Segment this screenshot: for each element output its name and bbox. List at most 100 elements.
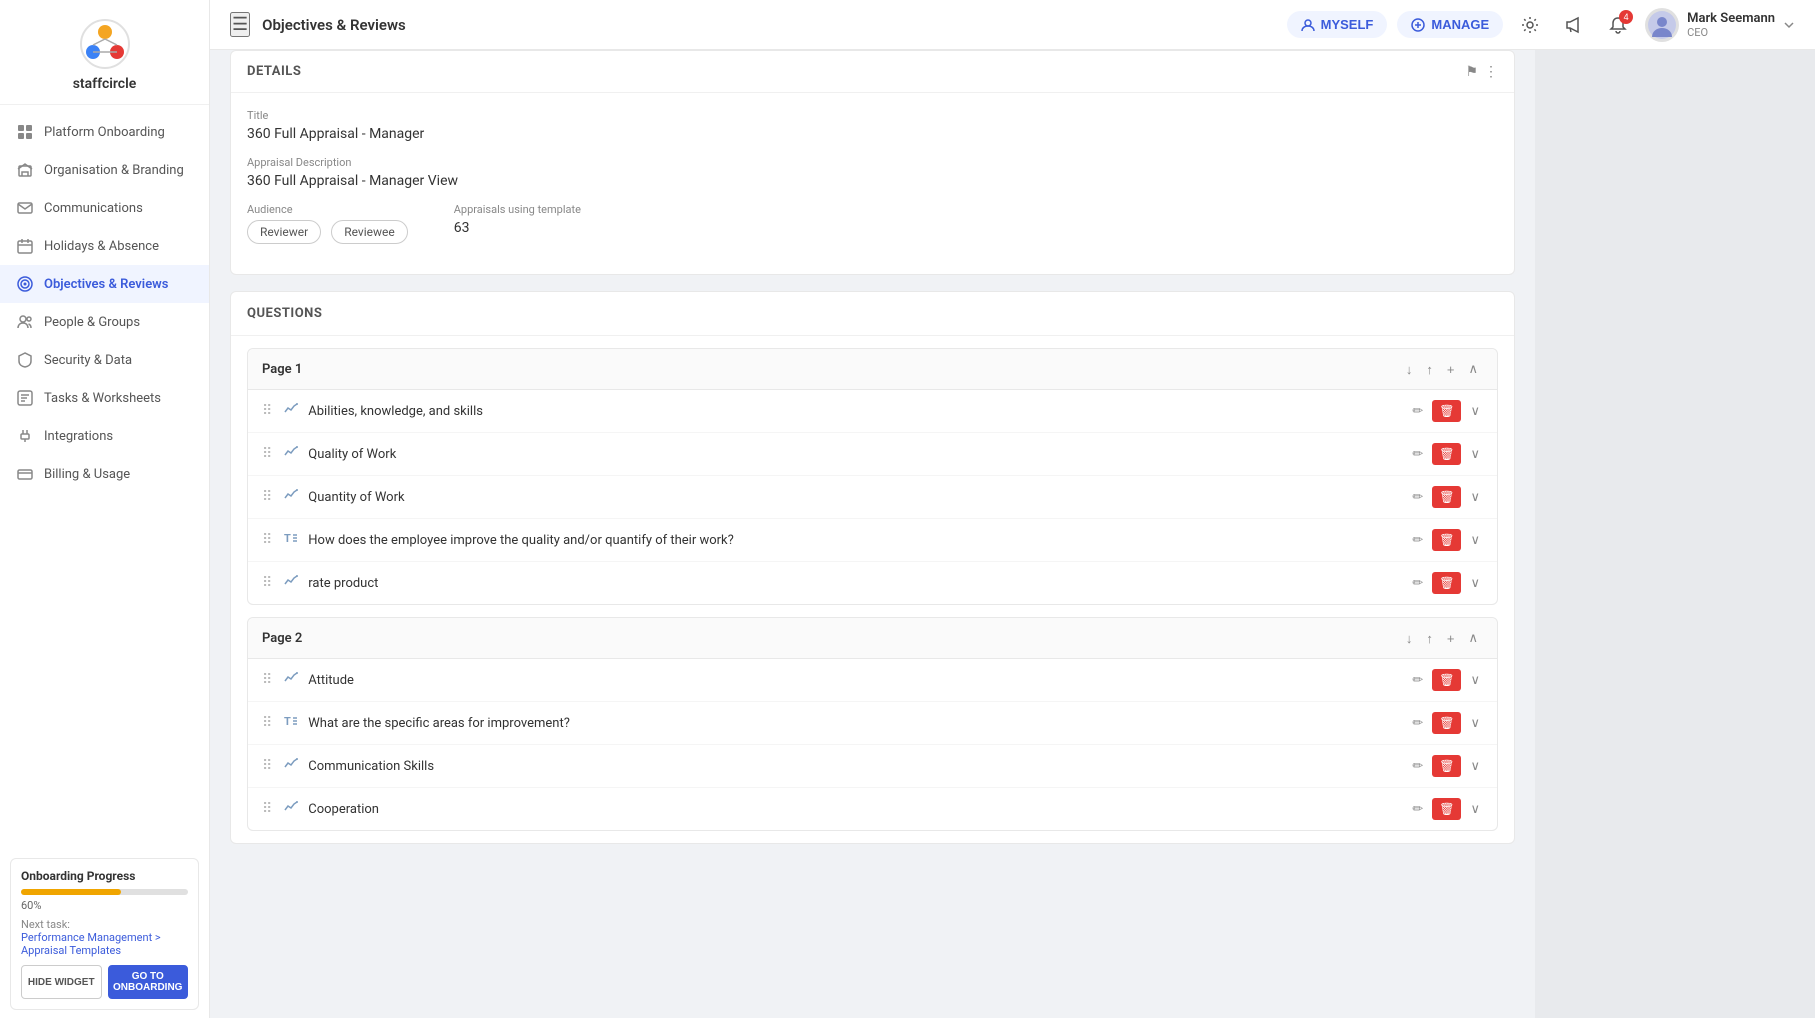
expand-question-button[interactable]: ∨ bbox=[1467, 798, 1483, 820]
sidebar-item-objectives-reviews[interactable]: Objectives & Reviews bbox=[0, 265, 209, 303]
drag-handle[interactable]: ⠿ bbox=[262, 801, 272, 817]
sidebar-item-holidays-absence[interactable]: Holidays & Absence bbox=[0, 227, 209, 265]
user-info: Mark Seemann CEO bbox=[1687, 11, 1775, 39]
drag-handle[interactable]: ⠿ bbox=[262, 758, 272, 774]
delete-question-button[interactable]: 🗑 bbox=[1432, 400, 1461, 422]
onboarding-progress-fill bbox=[21, 889, 121, 895]
expand-question-button[interactable]: ∨ bbox=[1467, 755, 1483, 777]
page-2-add-button[interactable]: + bbox=[1442, 628, 1460, 648]
hamburger-menu-button[interactable]: ☰ bbox=[230, 12, 250, 37]
grid-icon bbox=[16, 123, 34, 141]
page-2-collapse-button[interactable]: ∧ bbox=[1463, 628, 1483, 648]
myself-button[interactable]: MYSELF bbox=[1287, 11, 1388, 38]
delete-question-button[interactable]: 🗑 bbox=[1432, 572, 1461, 594]
expand-question-button[interactable]: ∨ bbox=[1467, 529, 1483, 551]
notifications-button[interactable]: 4 bbox=[1601, 8, 1635, 42]
delete-question-button[interactable]: 🗑 bbox=[1432, 669, 1461, 691]
sidebar-item-people-groups[interactable]: People & Groups bbox=[0, 303, 209, 341]
page-2-title: Page 2 bbox=[262, 631, 302, 646]
drag-handle[interactable]: ⠿ bbox=[262, 403, 272, 419]
page-1-collapse-button[interactable]: ∧ bbox=[1463, 359, 1483, 379]
appraisals-count: 63 bbox=[454, 220, 581, 236]
user-avatar-area[interactable]: Mark Seemann CEO bbox=[1645, 8, 1795, 42]
onboarding-title: Onboarding Progress bbox=[21, 869, 188, 883]
page-1-down-button[interactable]: ↓ bbox=[1401, 359, 1418, 379]
expand-question-button[interactable]: ∨ bbox=[1467, 486, 1483, 508]
megaphone-icon-button[interactable] bbox=[1557, 8, 1591, 42]
delete-question-button[interactable]: 🗑 bbox=[1432, 755, 1461, 777]
delete-question-button[interactable]: 🗑 bbox=[1432, 443, 1461, 465]
expand-question-button[interactable]: ∨ bbox=[1467, 669, 1483, 691]
edit-question-button[interactable]: ✏ bbox=[1409, 529, 1426, 551]
page-1-up-button[interactable]: ↑ bbox=[1421, 359, 1438, 379]
question-text: rate product bbox=[308, 576, 1401, 591]
expand-question-button[interactable]: ∨ bbox=[1467, 712, 1483, 734]
audience-appraisals-row: Audience Reviewer Reviewee Appraisals us… bbox=[247, 203, 1498, 258]
delete-question-button[interactable]: 🗑 bbox=[1432, 712, 1461, 734]
user-role: CEO bbox=[1687, 26, 1775, 39]
question-text: Abilities, knowledge, and skills bbox=[308, 404, 1401, 419]
page-2-up-button[interactable]: ↑ bbox=[1421, 628, 1438, 648]
sidebar-item-platform-onboarding[interactable]: Platform Onboarding bbox=[0, 113, 209, 151]
edit-question-button[interactable]: ✏ bbox=[1409, 669, 1426, 691]
text-icon: T bbox=[284, 714, 300, 732]
edit-question-button[interactable]: ✏ bbox=[1409, 443, 1426, 465]
question-row: ⠿ Abilities, knowledge, and skills ✏ 🗑 ∨ bbox=[248, 390, 1497, 433]
page-1-add-button[interactable]: + bbox=[1442, 359, 1460, 379]
chevron-down-icon bbox=[1783, 19, 1795, 31]
edit-question-button[interactable]: ✏ bbox=[1409, 400, 1426, 422]
audience-tag-reviewer: Reviewer bbox=[247, 220, 321, 244]
sidebar-item-label: People & Groups bbox=[44, 315, 140, 330]
delete-question-button[interactable]: 🗑 bbox=[1432, 798, 1461, 820]
sidebar-item-tasks-worksheets[interactable]: Tasks & Worksheets bbox=[0, 379, 209, 417]
question-text: Attitude bbox=[308, 673, 1401, 688]
details-header-actions: ⚑ ⋮ bbox=[1465, 63, 1498, 80]
sidebar-item-billing-usage[interactable]: Billing & Usage bbox=[0, 455, 209, 493]
more-options-button[interactable]: ⋮ bbox=[1484, 63, 1498, 80]
edit-question-button[interactable]: ✏ bbox=[1409, 572, 1426, 594]
delete-question-button[interactable]: 🗑 bbox=[1432, 529, 1461, 551]
drag-handle[interactable]: ⠿ bbox=[262, 715, 272, 731]
edit-question-button[interactable]: ✏ bbox=[1409, 486, 1426, 508]
svg-text:T: T bbox=[284, 532, 291, 545]
questions-section: QUESTIONS Page 1 ↓ ↑ + ∧ ⠿ bbox=[230, 291, 1515, 844]
question-actions: ✏ 🗑 ∨ bbox=[1409, 443, 1483, 465]
hide-widget-button[interactable]: HIDE WIDGET bbox=[21, 965, 102, 999]
settings-icon-button[interactable] bbox=[1513, 8, 1547, 42]
manage-button[interactable]: MANAGE bbox=[1397, 11, 1503, 38]
drag-handle[interactable]: ⠿ bbox=[262, 532, 272, 548]
page-2-down-button[interactable]: ↓ bbox=[1401, 628, 1418, 648]
questions-header-title: QUESTIONS bbox=[231, 292, 1514, 336]
edit-question-button[interactable]: ✏ bbox=[1409, 798, 1426, 820]
edit-question-button[interactable]: ✏ bbox=[1409, 712, 1426, 734]
edit-question-button[interactable]: ✏ bbox=[1409, 755, 1426, 777]
sidebar-item-integrations[interactable]: Integrations bbox=[0, 417, 209, 455]
drag-handle[interactable]: ⠿ bbox=[262, 672, 272, 688]
expand-question-button[interactable]: ∨ bbox=[1467, 400, 1483, 422]
flag-button[interactable]: ⚑ bbox=[1465, 63, 1478, 80]
go-to-onboarding-button[interactable]: GO TO ONBOARDING bbox=[108, 965, 189, 999]
text-icon: T bbox=[284, 531, 300, 549]
expand-question-button[interactable]: ∨ bbox=[1467, 443, 1483, 465]
question-row: ⠿ T How does the employee improve the qu… bbox=[248, 519, 1497, 562]
question-text: Cooperation bbox=[308, 802, 1401, 817]
trend-icon bbox=[284, 574, 300, 592]
page-2-block: Page 2 ↓ ↑ + ∧ ⠿ Attitude bbox=[247, 617, 1498, 831]
description-label: Appraisal Description bbox=[247, 156, 1498, 169]
question-row: ⠿ rate product ✏ 🗑 ∨ bbox=[248, 562, 1497, 604]
myself-label: MYSELF bbox=[1321, 17, 1374, 32]
drag-handle[interactable]: ⠿ bbox=[262, 446, 272, 462]
sidebar-item-communications[interactable]: Communications bbox=[0, 189, 209, 227]
delete-question-button[interactable]: 🗑 bbox=[1432, 486, 1461, 508]
sidebar-item-security-data[interactable]: Security & Data bbox=[0, 341, 209, 379]
question-actions: ✏ 🗑 ∨ bbox=[1409, 755, 1483, 777]
question-row: ⠿ Attitude ✏ 🗑 ∨ bbox=[248, 659, 1497, 702]
next-task-link[interactable]: Performance Management > Appraisal Templ… bbox=[21, 931, 188, 957]
topbar: ☰ Objectives & Reviews MYSELF MANAGE 4 bbox=[210, 0, 1815, 50]
sidebar-item-organisation-branding[interactable]: Organisation & Branding bbox=[0, 151, 209, 189]
question-row: ⠿ Quantity of Work ✏ 🗑 ∨ bbox=[248, 476, 1497, 519]
expand-question-button[interactable]: ∨ bbox=[1467, 572, 1483, 594]
question-actions: ✏ 🗑 ∨ bbox=[1409, 400, 1483, 422]
drag-handle[interactable]: ⠿ bbox=[262, 575, 272, 591]
drag-handle[interactable]: ⠿ bbox=[262, 489, 272, 505]
